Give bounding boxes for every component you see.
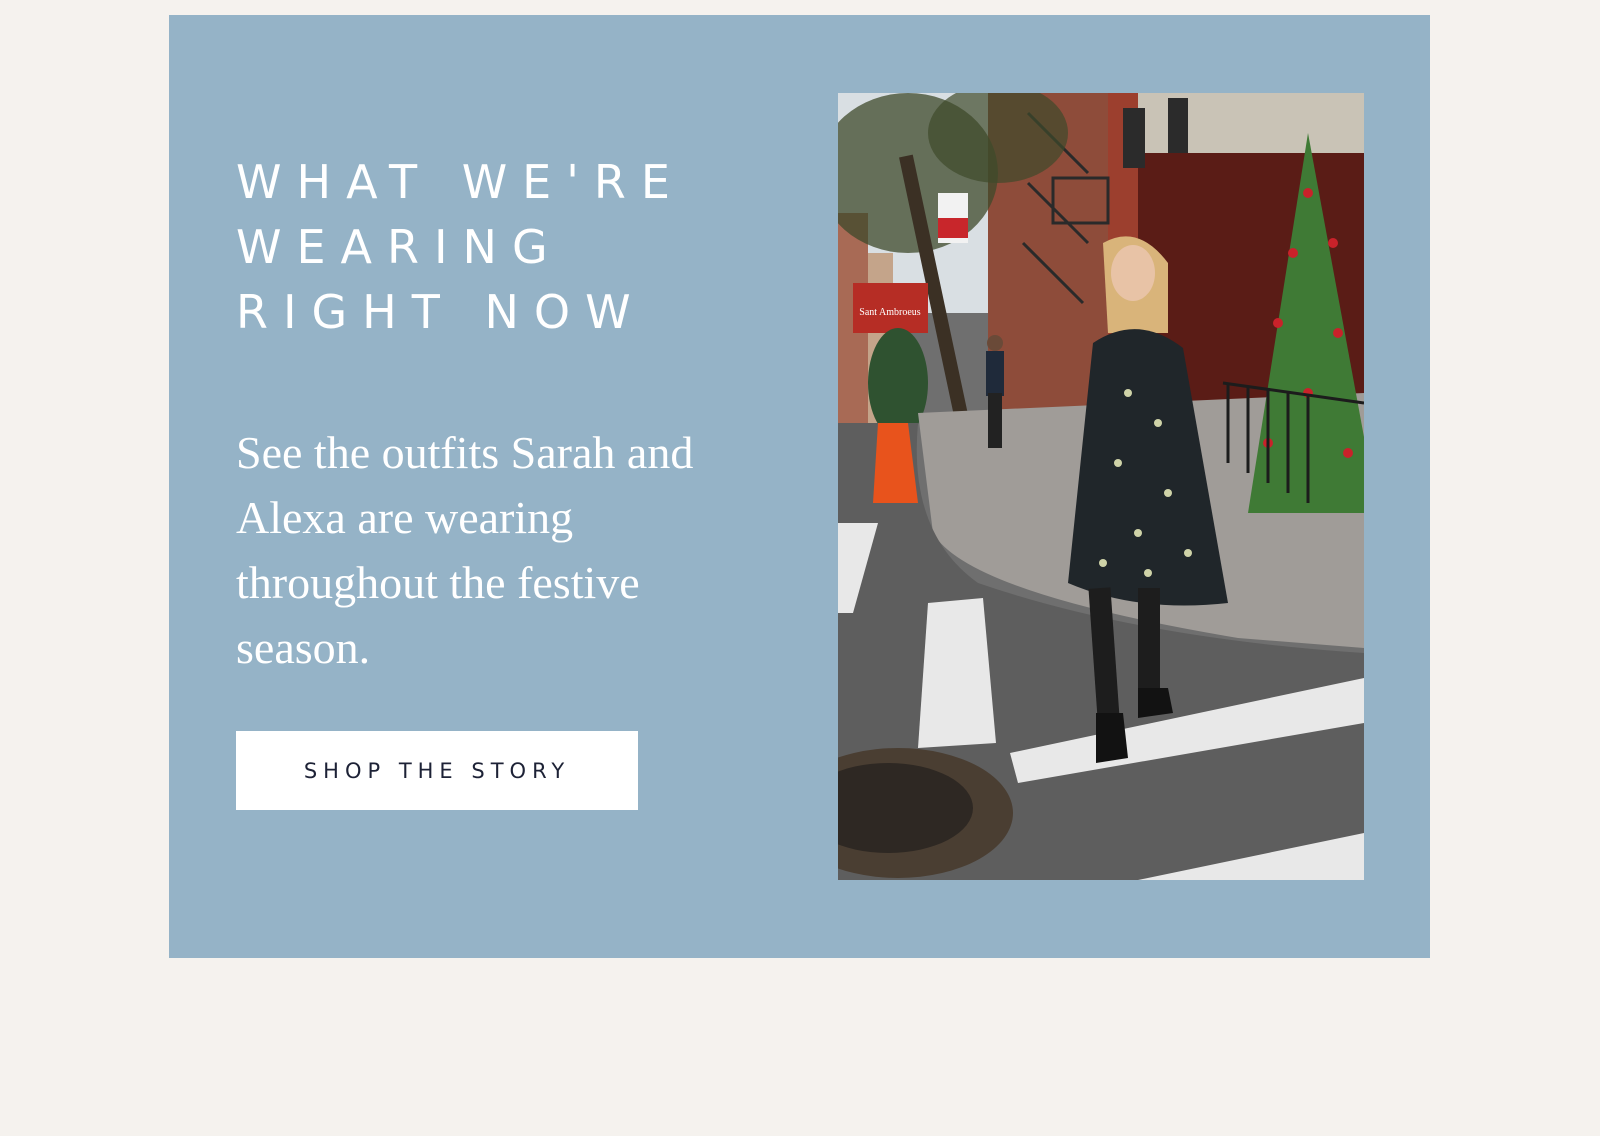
shop-the-story-button[interactable]: SHOP THE STORY xyxy=(236,731,638,810)
street-style-photo-illustration: Sant Ambroeus xyxy=(838,93,1364,880)
promo-heading-line: RIGHT NOW xyxy=(236,285,646,339)
promo-description: See the outfits Sarah and Alexa are wear… xyxy=(236,427,694,673)
street-style-photo[interactable]: Sant Ambroeus xyxy=(838,93,1364,880)
promo-heading-line: WEARING xyxy=(236,220,563,274)
promo-heading: WHAT WE'RE WEARING RIGHT NOW xyxy=(236,150,796,345)
storefront-sign-text: Sant Ambroeus xyxy=(859,307,920,318)
promo-heading-line: WHAT WE'RE xyxy=(236,155,685,209)
promo-panel: WHAT WE'RE WEARING RIGHT NOW See the out… xyxy=(169,15,1430,958)
